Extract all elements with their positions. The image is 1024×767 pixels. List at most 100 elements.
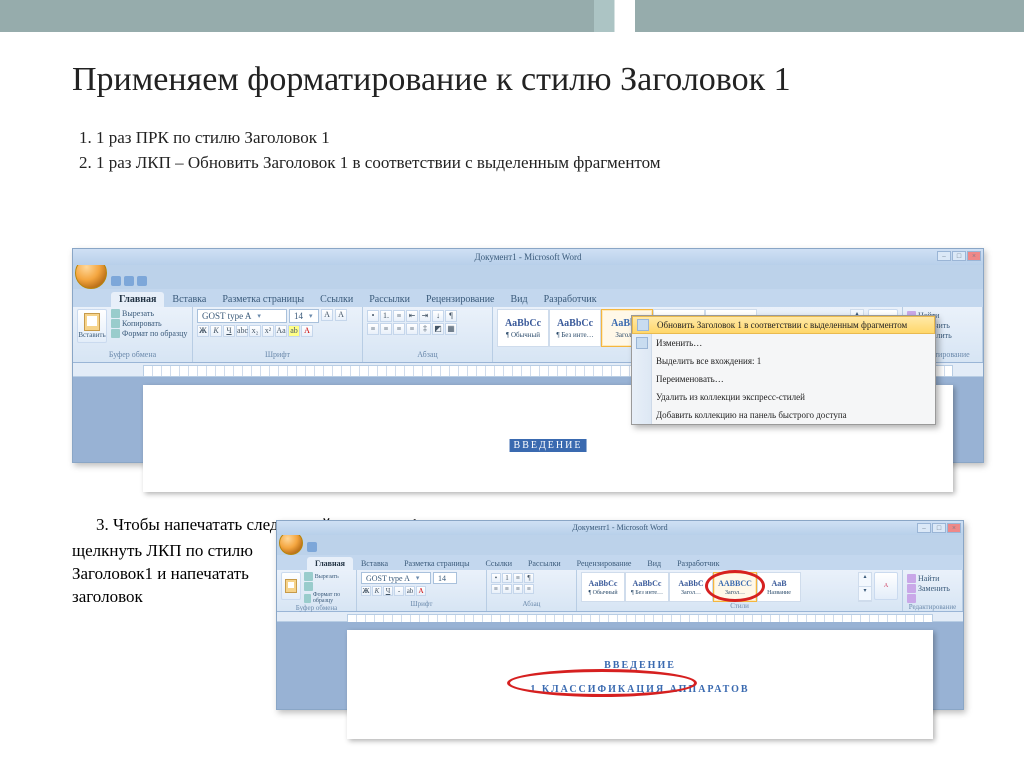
indent-inc-button[interactable]: ⇥ xyxy=(419,310,431,322)
close-button[interactable]: × xyxy=(967,251,981,261)
format-painter-button[interactable]: Формат по образцу xyxy=(111,329,187,338)
change-styles-button[interactable]: A xyxy=(874,572,898,600)
close-button[interactable]: × xyxy=(947,523,961,533)
bullets-button[interactable]: • xyxy=(491,573,501,583)
justify-button[interactable]: ≡ xyxy=(524,584,534,594)
paste-button[interactable] xyxy=(281,572,301,600)
font-color-button[interactable]: A xyxy=(416,586,426,596)
doc-heading-selected[interactable]: ВВЕДЕНИЕ xyxy=(510,439,587,452)
bold-button[interactable]: Ж xyxy=(361,586,371,596)
tab-references[interactable]: Ссылки xyxy=(477,557,520,570)
tab-references[interactable]: Ссылки xyxy=(312,292,361,307)
bold-button[interactable]: Ж xyxy=(197,325,209,337)
bullets-button[interactable]: • xyxy=(367,310,379,322)
subscript-button[interactable]: x₂ xyxy=(249,325,261,337)
menu-add-to-qat[interactable]: Добавить коллекцию на панель быстрого до… xyxy=(632,406,935,424)
font-size-combo[interactable]: 14▾ xyxy=(289,309,319,323)
minimize-button[interactable]: – xyxy=(917,523,931,533)
underline-button[interactable]: Ч xyxy=(223,325,235,337)
font-name-combo[interactable]: GOST type A▾ xyxy=(361,572,431,584)
tab-layout[interactable]: Разметка страницы xyxy=(214,292,312,307)
font-name-combo[interactable]: GOST type A▾ xyxy=(197,309,287,323)
menu-update-from-selection[interactable]: Обновить Заголовок 1 в соответствии с вы… xyxy=(632,316,935,334)
undo-icon[interactable] xyxy=(124,276,134,286)
save-icon[interactable] xyxy=(307,542,317,552)
maximize-button[interactable]: □ xyxy=(952,251,966,261)
style-tile-heading2-selected[interactable]: AABBCCЗагол… xyxy=(713,572,757,602)
cut-button[interactable]: Вырезать xyxy=(304,572,352,581)
align-center-button[interactable]: ≡ xyxy=(380,323,392,335)
cut-button[interactable]: Вырезать xyxy=(111,309,187,318)
show-marks-button[interactable]: ¶ xyxy=(445,310,457,322)
tab-developer[interactable]: Разработчик xyxy=(536,292,605,307)
strike-button[interactable]: abc xyxy=(236,325,248,337)
highlight-button[interactable]: ab xyxy=(288,325,300,337)
minimize-button[interactable]: – xyxy=(937,251,951,261)
menu-modify[interactable]: Изменить… xyxy=(632,334,935,352)
align-center-button[interactable]: ≡ xyxy=(502,584,512,594)
tab-home[interactable]: Главная xyxy=(111,292,164,307)
align-left-button[interactable]: ≡ xyxy=(491,584,501,594)
superscript-button[interactable]: x² xyxy=(262,325,274,337)
highlight-button[interactable]: ab xyxy=(405,586,415,596)
style-tile-nospacing[interactable]: AaBbCc¶ Без инте… xyxy=(549,309,601,347)
show-marks-button[interactable]: ¶ xyxy=(524,573,534,583)
line-spacing-button[interactable]: ‡ xyxy=(419,323,431,335)
italic-button[interactable]: К xyxy=(210,325,222,337)
justify-button[interactable]: ≡ xyxy=(406,323,418,335)
menu-rename[interactable]: Переименовать… xyxy=(632,370,935,388)
document-area[interactable]: ВВЕДЕНИЕ 1 КЛАССИФИКАЦИЯ АППАРАТОВ xyxy=(277,622,963,709)
font-size-combo[interactable]: 14 xyxy=(433,572,457,584)
tab-insert[interactable]: Вставка xyxy=(353,557,396,570)
tab-mailings[interactable]: Рассылки xyxy=(361,292,418,307)
save-icon[interactable] xyxy=(111,276,121,286)
style-tile-title[interactable]: AaBНазвание xyxy=(757,572,801,602)
font-color-button[interactable]: A xyxy=(301,325,313,337)
style-tile-nospacing[interactable]: AaBbCc¶ Без инте… xyxy=(625,572,669,602)
copy-button[interactable] xyxy=(304,582,352,591)
tab-view[interactable]: Вид xyxy=(503,292,536,307)
maximize-button[interactable]: □ xyxy=(932,523,946,533)
style-tile-normal[interactable]: AaBbCc¶ Обычный xyxy=(581,572,625,602)
titlebar: Документ1 - Microsoft Word – □ × xyxy=(73,249,983,265)
underline-button[interactable]: Ч xyxy=(383,586,393,596)
grow-font-button[interactable]: A xyxy=(321,309,333,321)
style-tile-heading1[interactable]: AaBbCЗагол… xyxy=(669,572,713,602)
numbering-button[interactable]: 1. xyxy=(380,310,392,322)
numbering-button[interactable]: 1 xyxy=(502,573,512,583)
shading-button[interactable]: ◩ xyxy=(432,323,444,335)
format-painter-button[interactable]: Формат по образцу xyxy=(304,592,352,604)
paste-button[interactable]: Вставить xyxy=(77,309,107,343)
tab-developer[interactable]: Разработчик xyxy=(669,557,727,570)
shrink-font-button[interactable]: A xyxy=(335,309,347,321)
italic-button[interactable]: К xyxy=(372,586,382,596)
align-left-button[interactable]: ≡ xyxy=(367,323,379,335)
find-button[interactable]: Найти xyxy=(907,574,958,583)
multilevel-button[interactable]: ≡ xyxy=(393,310,405,322)
align-right-button[interactable]: ≡ xyxy=(393,323,405,335)
styles-scroll[interactable]: ▴▾ xyxy=(858,572,872,602)
tab-review[interactable]: Рецензирование xyxy=(418,292,502,307)
indent-dec-button[interactable]: ⇤ xyxy=(406,310,418,322)
tab-view[interactable]: Вид xyxy=(639,557,669,570)
ruler[interactable] xyxy=(277,612,963,622)
tab-insert[interactable]: Вставка xyxy=(164,292,214,307)
style-tile-normal[interactable]: AaBbCc¶ Обычный xyxy=(497,309,549,347)
replace-button[interactable]: Заменить xyxy=(907,584,958,593)
menu-remove-from-gallery[interactable]: Удалить из коллекции экспресс-стилей xyxy=(632,388,935,406)
menu-select-all[interactable]: Выделить все вхождения: 1 xyxy=(632,352,935,370)
strike-button[interactable]: - xyxy=(394,586,404,596)
case-button[interactable]: Aa xyxy=(275,325,287,337)
sort-button[interactable]: ↓ xyxy=(432,310,444,322)
tab-review[interactable]: Рецензирование xyxy=(569,557,640,570)
tab-mailings[interactable]: Рассылки xyxy=(520,557,569,570)
borders-button[interactable]: ▦ xyxy=(445,323,457,335)
tab-layout[interactable]: Разметка страницы xyxy=(396,557,477,570)
redo-icon[interactable] xyxy=(137,276,147,286)
copy-button[interactable]: Копировать xyxy=(111,319,187,328)
replace-icon xyxy=(907,584,916,593)
tab-home[interactable]: Главная xyxy=(307,557,353,570)
select-button[interactable] xyxy=(907,594,958,603)
align-right-button[interactable]: ≡ xyxy=(513,584,523,594)
multilevel-button[interactable]: ≡ xyxy=(513,573,523,583)
